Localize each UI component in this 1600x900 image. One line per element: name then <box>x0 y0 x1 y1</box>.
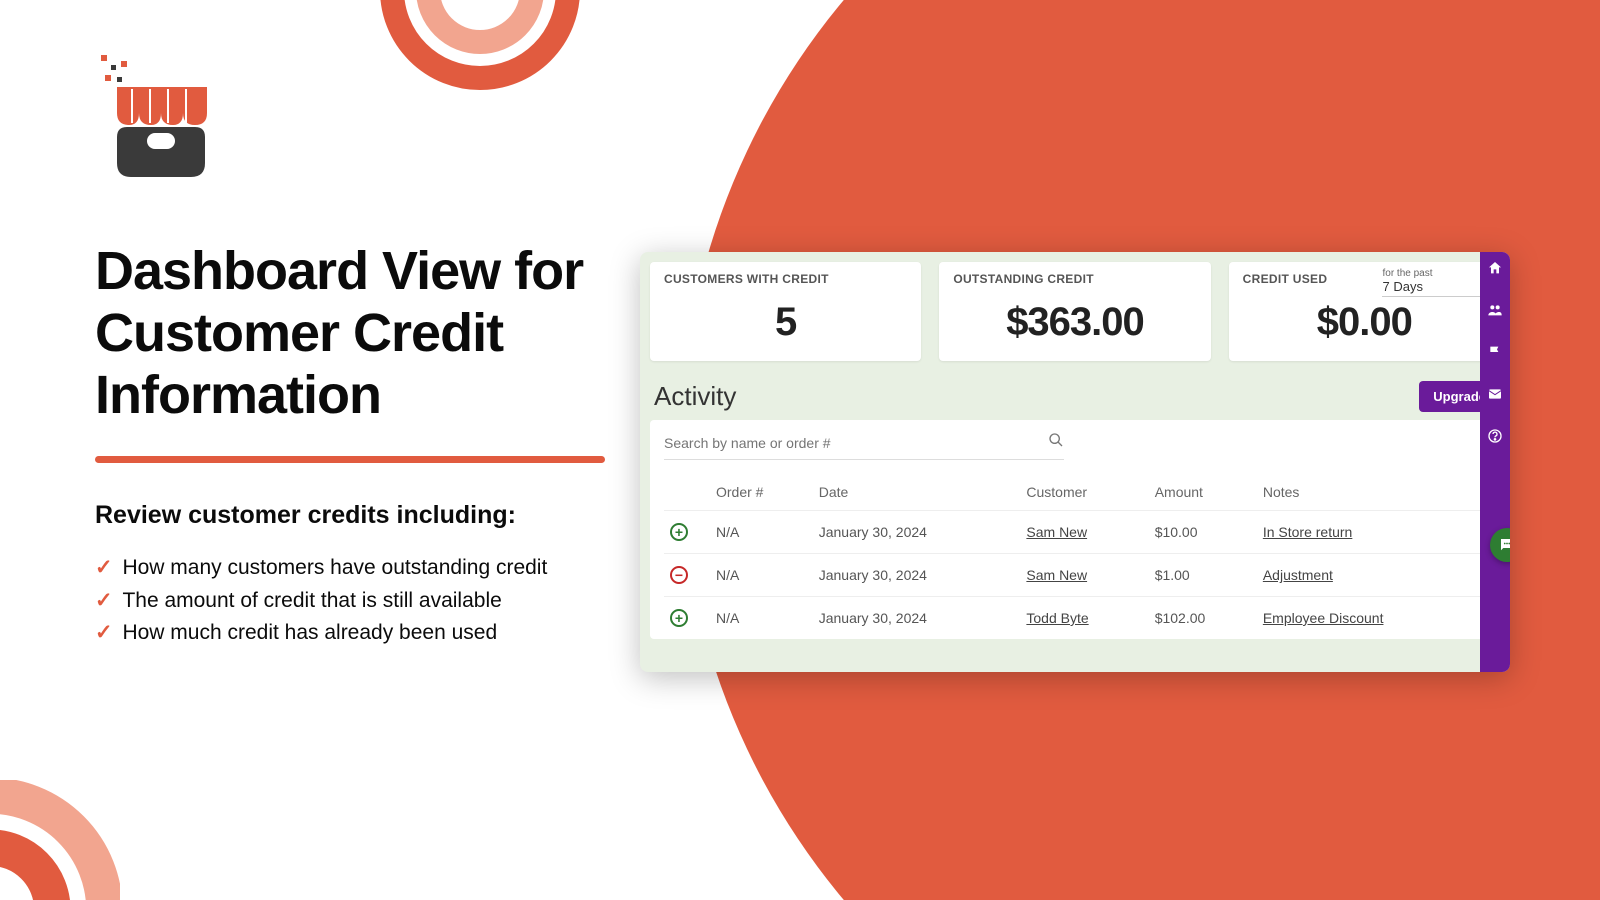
activity-title: Activity <box>654 381 736 412</box>
cell-date: January 30, 2024 <box>813 554 1021 597</box>
help-icon[interactable] <box>1487 428 1503 448</box>
customer-link[interactable]: Sam New <box>1026 567 1087 583</box>
notes-link[interactable]: Adjustment <box>1263 567 1333 583</box>
cell-date: January 30, 2024 <box>813 597 1021 640</box>
notes-link[interactable]: Employee Discount <box>1263 610 1384 626</box>
app-logo-icon <box>95 55 615 190</box>
card-value: $0.00 <box>1243 300 1486 345</box>
feature-bullets: How many customers have outstanding cred… <box>95 552 615 650</box>
card-outstanding-credit: OUTSTANDING CREDIT $363.00 <box>939 262 1210 361</box>
cell-order: N/A <box>710 597 813 640</box>
decorative-ring-bottom-icon <box>0 780 120 900</box>
col-customer: Customer <box>1020 474 1148 511</box>
card-label: OUTSTANDING CREDIT <box>953 272 1196 286</box>
table-row: + N/A January 30, 2024 Todd Byte $102.00… <box>664 597 1486 640</box>
col-amount: Amount <box>1149 474 1257 511</box>
col-notes: Notes <box>1257 474 1486 511</box>
headline-divider <box>95 456 605 463</box>
search-input[interactable] <box>664 435 1048 451</box>
col-order: Order # <box>710 474 813 511</box>
notes-link[interactable]: In Store return <box>1263 524 1353 540</box>
card-value: $363.00 <box>953 300 1196 345</box>
cell-date: January 30, 2024 <box>813 511 1021 554</box>
table-row: − N/A January 30, 2024 Sam New $1.00 Adj… <box>664 554 1486 597</box>
col-date: Date <box>813 474 1021 511</box>
page-subhead: Review customer credits including: <box>95 501 615 530</box>
activity-table-wrap: Order # Date Customer Amount Notes + N/A… <box>650 420 1500 639</box>
card-customers-with-credit: CUSTOMERS WITH CREDIT 5 <box>650 262 921 361</box>
flag-icon[interactable] <box>1487 344 1503 364</box>
mail-icon[interactable] <box>1487 386 1503 406</box>
period-value: 7 Days <box>1382 279 1422 294</box>
right-nav-rail <box>1480 252 1510 672</box>
bullet-item: How much credit has already been used <box>95 617 615 650</box>
cell-amount: $1.00 <box>1149 554 1257 597</box>
period-selector[interactable]: for the past 7 Days <box>1382 268 1488 297</box>
cell-order: N/A <box>710 511 813 554</box>
cell-amount: $102.00 <box>1149 597 1257 640</box>
table-row: + N/A January 30, 2024 Sam New $10.00 In… <box>664 511 1486 554</box>
cell-order: N/A <box>710 554 813 597</box>
cell-amount: $10.00 <box>1149 511 1257 554</box>
customer-link[interactable]: Sam New <box>1026 524 1087 540</box>
minus-icon: − <box>670 566 688 584</box>
activity-table: Order # Date Customer Amount Notes + N/A… <box>664 474 1486 639</box>
card-value: 5 <box>664 300 907 345</box>
search-icon[interactable] <box>1048 432 1064 453</box>
people-icon[interactable] <box>1487 302 1503 322</box>
customer-link[interactable]: Todd Byte <box>1026 610 1088 626</box>
plus-icon: + <box>670 523 688 541</box>
dashboard-panel: CUSTOMERS WITH CREDIT 5 OUTSTANDING CRED… <box>640 252 1510 672</box>
bullet-item: The amount of credit that is still avail… <box>95 585 615 618</box>
card-label: CUSTOMERS WITH CREDIT <box>664 272 907 286</box>
card-credit-used: CREDIT USED for the past 7 Days $0.00 <box>1229 262 1500 361</box>
period-prefix: for the past <box>1382 268 1488 279</box>
page-headline: Dashboard View for Customer Credit Infor… <box>95 240 615 426</box>
home-icon[interactable] <box>1487 260 1503 280</box>
bullet-item: How many customers have outstanding cred… <box>95 552 615 585</box>
plus-icon: + <box>670 609 688 627</box>
